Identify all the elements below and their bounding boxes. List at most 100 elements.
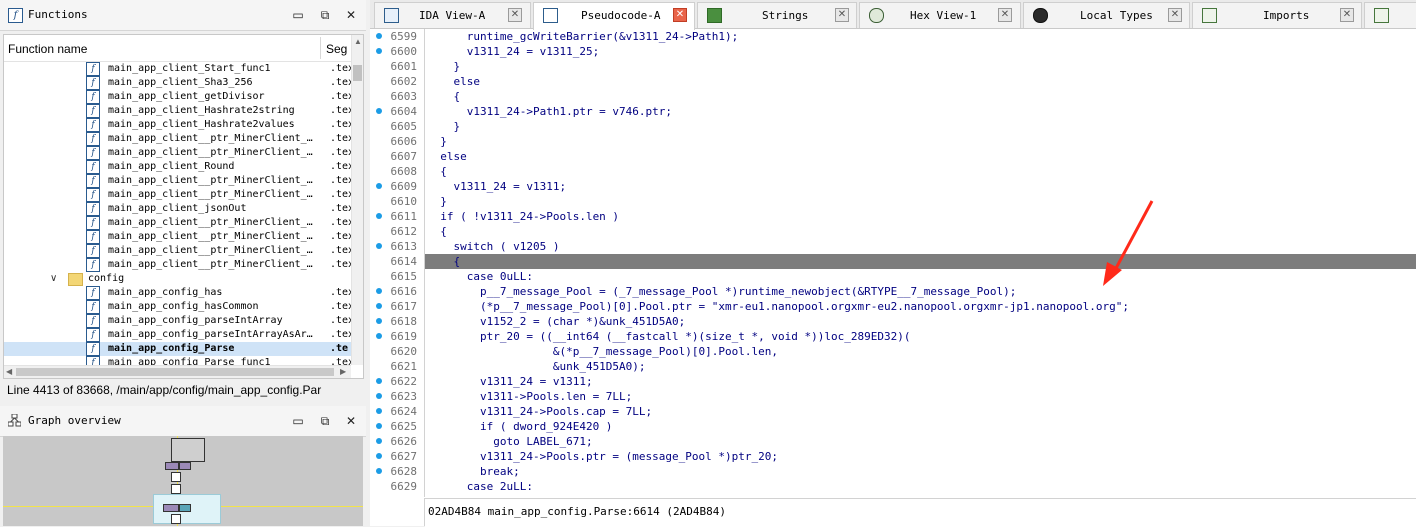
column-header-function-name[interactable]: Function name [8, 42, 87, 56]
code-line[interactable]: } [425, 134, 1416, 149]
code-line[interactable]: if ( !v1311_24->Pools.len ) [425, 209, 1416, 224]
column-header-segment[interactable]: Seg [326, 42, 347, 56]
horizontal-scrollbar-thumb[interactable] [16, 368, 334, 376]
list-item[interactable]: f main_app_client__ptr_MinerClient_… .tex [4, 230, 354, 244]
vertical-scrollbar-thumb[interactable] [353, 65, 362, 81]
code-line[interactable]: else [425, 74, 1416, 89]
tab-local-types[interactable]: Local Types ✕ [1023, 2, 1190, 28]
code-line[interactable]: runtime_gcWriteBarrier(&v1311_24->Path1)… [425, 29, 1416, 44]
breakpoint-dot-icon[interactable] [376, 423, 382, 429]
code-line[interactable]: v1311_24->Path1.ptr = v746.ptr; [425, 104, 1416, 119]
breakpoint-dot-icon[interactable] [376, 408, 382, 414]
list-item[interactable]: f main_app_config_parseIntArrayAsAr… .tex [4, 328, 354, 342]
breakpoint-dot-icon[interactable] [376, 213, 382, 219]
list-item[interactable]: f main_app_client_getDivisor .tex [4, 90, 354, 104]
list-item[interactable]: f main_app_client__ptr_MinerClient_… .tex [4, 146, 354, 160]
graph-overview-canvas[interactable] [3, 436, 363, 526]
functions-list[interactable]: Function name Seg f main_app_client_Start… [3, 34, 364, 379]
list-item[interactable]: f main_app_client__ptr_MinerClient_… .tex [4, 174, 354, 188]
breakpoint-dot-icon[interactable] [376, 333, 382, 339]
code-line[interactable]: { [425, 224, 1416, 239]
code-line[interactable]: } [425, 194, 1416, 209]
tab-close-icon[interactable]: ✕ [998, 8, 1012, 22]
code-line[interactable]: { [425, 164, 1416, 179]
code-line[interactable]: (*p__7_message_Pool)[0].Pool.ptr = "xmr-… [425, 299, 1416, 314]
code-line[interactable]: v758 = (_7_message_Pool *)runtime_newobj… [425, 494, 1416, 497]
tab-close-icon[interactable]: ✕ [1168, 8, 1182, 22]
breakpoint-dot-icon[interactable] [376, 393, 382, 399]
breakpoint-dot-icon[interactable] [376, 303, 382, 309]
chevron-down-icon[interactable]: ∨ [50, 272, 57, 286]
breakpoint-dot-icon[interactable] [376, 318, 382, 324]
code-line[interactable]: p__7_message_Pool = (_7_message_Pool *)r… [425, 284, 1416, 299]
code-line[interactable]: v1311_24 = v1311; [425, 374, 1416, 389]
tab-close-icon[interactable]: ✕ [1340, 8, 1354, 22]
code-line[interactable]: v1311_24->Pools.cap = 7LL; [425, 404, 1416, 419]
code-line[interactable]: switch ( v1205 ) [425, 239, 1416, 254]
list-item[interactable]: f main_app_client_Hashrate2string .tex [4, 104, 354, 118]
list-item[interactable]: f main_app_config_has .tex [4, 286, 354, 300]
list-item-selected[interactable]: f main_app_config_Parse .te [4, 342, 351, 356]
tab-strings[interactable]: Strings ✕ [697, 2, 857, 28]
scroll-up-icon[interactable]: ▲ [354, 37, 362, 46]
breakpoint-dot-icon[interactable] [376, 468, 382, 474]
list-item[interactable]: f main_app_config_hasCommon .tex [4, 300, 354, 314]
list-item[interactable]: f main_app_client__ptr_MinerClient_… .tex [4, 244, 354, 258]
list-item[interactable]: f main_app_client__ptr_MinerClient_… .tex [4, 216, 354, 230]
code-line[interactable]: } [425, 59, 1416, 74]
code-line[interactable]: v1152_2 = (char *)&unk_451D5A0; [425, 314, 1416, 329]
code-line[interactable]: else [425, 149, 1416, 164]
column-divider[interactable] [320, 37, 321, 59]
tab-close-icon[interactable]: ✕ [835, 8, 849, 22]
breakpoint-dot-icon[interactable] [376, 378, 382, 384]
breakpoint-dot-icon[interactable] [376, 183, 382, 189]
list-item[interactable]: f main_app_client_Hashrate2values .tex [4, 118, 354, 132]
float-window-icon[interactable]: ▭ [291, 414, 305, 428]
close-icon[interactable]: ✕ [344, 8, 358, 22]
tab-ida-view-a[interactable]: IDA View-A ✕ [374, 2, 531, 28]
breakpoint-dot-icon[interactable] [376, 33, 382, 39]
restore-window-icon[interactable]: ⧉ [318, 8, 332, 22]
breakpoint-dot-icon[interactable] [376, 438, 382, 444]
close-icon[interactable]: ✕ [344, 414, 358, 428]
code-line[interactable]: ptr_20 = ((__int64 (__fastcall *)(size_t… [425, 329, 1416, 344]
list-item[interactable]: f main_app_client__ptr_MinerClient_… .tex [4, 188, 354, 202]
breakpoint-dot-icon[interactable] [376, 48, 382, 54]
code-line[interactable]: &(*p__7_message_Pool)[0].Pool.len, [425, 344, 1416, 359]
float-window-icon[interactable]: ▭ [291, 8, 305, 22]
tab-exports[interactable] [1364, 2, 1416, 28]
pseudocode-view[interactable]: runtime_gcWriteBarrier(&v1311_24->Path1)… [425, 29, 1416, 497]
code-line[interactable]: case 0uLL: [425, 269, 1416, 284]
folder-config[interactable]: ∨ config [4, 272, 351, 286]
horizontal-scrollbar[interactable]: ◀ ▶ [4, 365, 351, 378]
breakpoint-dot-icon[interactable] [376, 288, 382, 294]
code-line[interactable]: if ( dword_924E420 ) [425, 419, 1416, 434]
scroll-left-icon[interactable]: ◀ [6, 367, 12, 376]
code-line[interactable]: { [425, 89, 1416, 104]
breakpoint-dot-icon[interactable] [376, 453, 382, 459]
code-line[interactable]: v1311_24 = v1311_25; [425, 44, 1416, 59]
code-line[interactable]: } [425, 119, 1416, 134]
code-line[interactable]: case 2uLL: [425, 479, 1416, 494]
list-item[interactable]: f main_app_client_jsonOut .tex [4, 202, 354, 216]
list-item[interactable]: f main_app_client_Sha3_256 .tex [4, 76, 354, 90]
breakpoint-dot-icon[interactable] [376, 243, 382, 249]
list-item[interactable]: f main_app_client__ptr_MinerClient_… .tex [4, 132, 354, 146]
tab-hex-view-1[interactable]: Hex View-1 ✕ [859, 2, 1021, 28]
code-line-current[interactable]: { [425, 254, 1416, 269]
tab-close-icon[interactable]: ✕ [508, 8, 522, 22]
code-line[interactable]: v1311_24 = v1311; [425, 179, 1416, 194]
list-item[interactable]: f main_app_client_Round .tex [4, 160, 354, 174]
code-line[interactable]: break; [425, 464, 1416, 479]
code-line[interactable]: &unk_451D5A0); [425, 359, 1416, 374]
tab-pseudocode-a[interactable]: Pseudocode-A ✕ [533, 2, 695, 30]
code-line[interactable]: v1311_24->Pools.ptr = (message_Pool *)pt… [425, 449, 1416, 464]
tab-close-icon[interactable]: ✕ [673, 8, 687, 22]
code-line[interactable]: v1311->Pools.len = 7LL; [425, 389, 1416, 404]
list-item[interactable]: f main_app_config_parseIntArray .tex [4, 314, 354, 328]
list-item[interactable]: f main_app_client_Start_func1 .tex [4, 62, 354, 76]
list-item[interactable]: f main_app_client__ptr_MinerClient_… .tex [4, 258, 354, 272]
scroll-right-icon[interactable]: ▶ [340, 367, 346, 376]
code-line[interactable]: goto LABEL_671; [425, 434, 1416, 449]
vertical-scrollbar[interactable]: ▲ [351, 35, 363, 365]
